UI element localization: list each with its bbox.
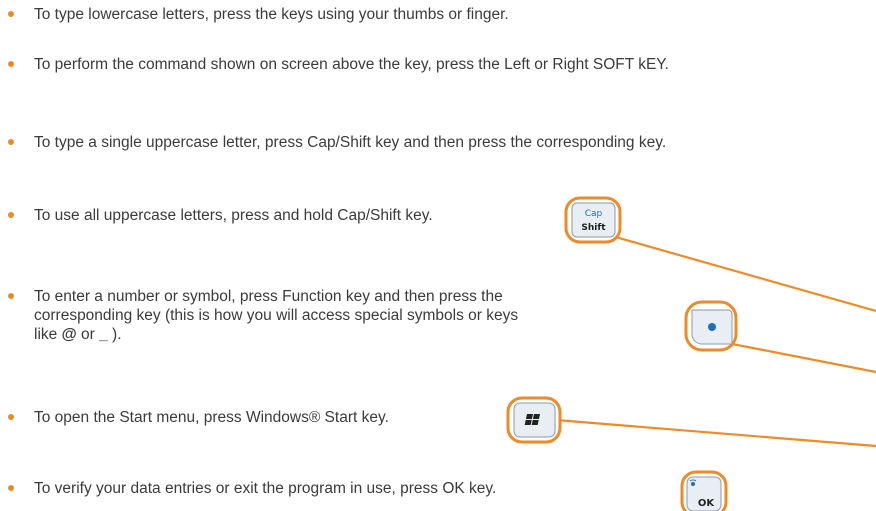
function-key-icon bbox=[684, 300, 738, 352]
ok-key-icon: OK bbox=[680, 470, 728, 511]
cap-shift-key-icon: Cap Shift bbox=[564, 196, 622, 244]
windows-start-key-icon bbox=[506, 396, 562, 444]
cap-label: Cap bbox=[585, 209, 603, 219]
start-key-callout-line bbox=[555, 418, 876, 448]
cap-shift-callout-line bbox=[611, 234, 876, 313]
ok-label: OK bbox=[698, 498, 716, 509]
key-callout-overlay: Cap Shift OK bbox=[506, 196, 876, 511]
shift-label: Shift bbox=[581, 223, 606, 233]
function-key-callout-line bbox=[711, 338, 876, 374]
